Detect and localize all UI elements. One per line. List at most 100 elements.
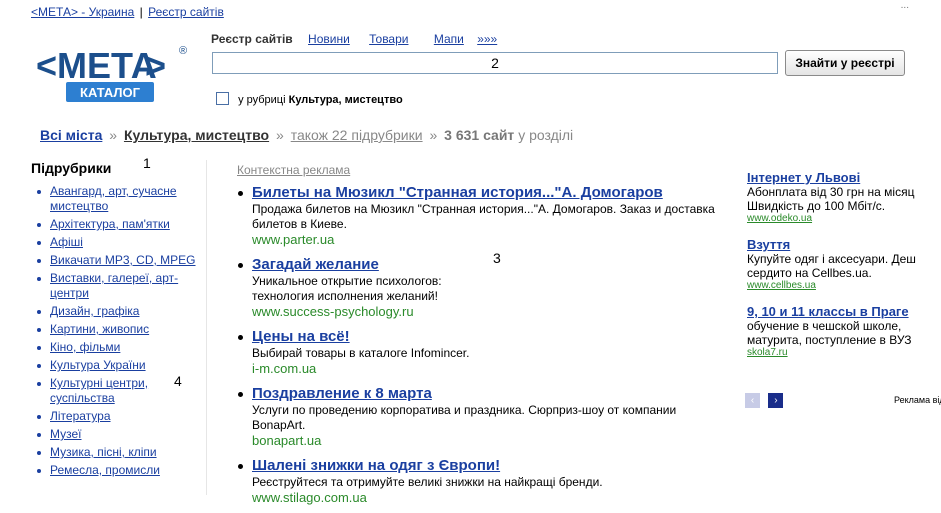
nav-goods-link[interactable]: Товари xyxy=(369,32,408,46)
ads-by-credit[interactable]: Реклама від xyxy=(894,395,941,405)
breadcrumb-sep: » xyxy=(276,127,284,143)
ad-pager: ‹ › xyxy=(745,393,787,411)
subrubric-item[interactable]: Музика, пісні, кліпи xyxy=(32,445,197,460)
right-ad-item: Взуття Купуйте одяг і аксесуари. Деш сер… xyxy=(747,237,941,292)
subrubric-item[interactable]: Афіші xyxy=(32,235,197,250)
right-ads: Інтернет у Львові Абонплата від 30 грн н… xyxy=(747,170,941,371)
breadcrumb-also-subrubrics[interactable]: також 22 підрубрики xyxy=(291,127,423,143)
subrubric-link[interactable]: Афіші xyxy=(50,235,83,249)
subrubric-link[interactable]: Картини, живопис xyxy=(50,322,149,336)
ad-item: Шалені знижки на одяг з Європи! Реєструй… xyxy=(237,456,717,506)
ad-desc: Выбирай товары в каталоге Infomincer. xyxy=(252,346,470,360)
logo-sub-text: КАТАЛОГ xyxy=(80,85,141,100)
subrubric-link[interactable]: Виставки, галереї, арт-центри xyxy=(50,271,178,300)
subrubric-item[interactable]: Кіно, фільми xyxy=(32,340,197,355)
site-count-suffix: у розділі xyxy=(518,127,574,143)
ad-url[interactable]: www.parter.ua xyxy=(252,232,717,248)
subrubric-item[interactable]: Картини, живопис xyxy=(32,322,197,337)
nav-maps-link[interactable]: Мапи xyxy=(434,32,464,46)
right-ad-url[interactable]: skola7.ru xyxy=(747,347,941,359)
subrubric-link[interactable]: Авангард, арт, сучасне мистецтво xyxy=(50,184,177,213)
right-ad-url[interactable]: www.odeko.ua xyxy=(747,213,941,225)
subrubric-item[interactable]: Викачати MP3, CD, MPEG xyxy=(32,253,197,268)
breadcrumb-sep: » xyxy=(429,127,438,143)
ad-item: Загадай желание Уникальное открытие псих… xyxy=(237,255,717,320)
ad-desc: Уникальное открытие психологов: технолог… xyxy=(252,274,442,303)
subrubric-link[interactable]: Викачати MP3, CD, MPEG xyxy=(50,253,196,267)
right-ad-url[interactable]: www.cellbes.ua xyxy=(747,280,941,292)
right-ad-title[interactable]: 9, 10 и 11 классы в Праге xyxy=(747,304,941,319)
search-registry-button[interactable]: Знайти у реєстрі xyxy=(785,50,905,76)
ad-title[interactable]: Загадай желание xyxy=(252,255,717,274)
column-divider xyxy=(206,160,207,495)
nav-more-link[interactable]: »»» xyxy=(477,32,497,46)
meta-catalog-logo[interactable]: <МЕТА > ® КАТАЛОГ xyxy=(36,42,194,108)
subrubric-item[interactable]: Авангард, арт, сучасне мистецтво xyxy=(32,184,197,214)
logo-registered: ® xyxy=(179,45,187,57)
breadcrumb: Всі міста » Культура, мистецтво » також … xyxy=(40,127,573,143)
rubric-checkbox[interactable] xyxy=(216,92,229,105)
ad-title[interactable]: Шалені знижки на одяг з Європи! xyxy=(252,456,717,475)
subrubric-link[interactable]: Архітектура, пам'ятки xyxy=(50,217,170,231)
prev-arrow-icon[interactable]: ‹ xyxy=(745,393,760,408)
right-ad-desc-line: Швидкість до 100 Мбіт/с. xyxy=(747,199,886,213)
subrubrics-title: Підрубрики xyxy=(31,160,112,176)
ad-url[interactable]: www.stilago.com.ua xyxy=(252,490,717,506)
subrubric-link[interactable]: Кіно, фільми xyxy=(50,340,120,354)
subrubric-item[interactable]: Культурні центри, суспільства xyxy=(32,376,197,406)
subrubric-item[interactable]: Ремесла, промисли xyxy=(32,463,197,478)
logo-main-text: <МЕТА xyxy=(36,45,157,86)
context-ads-list: Билеты на Мюзикл "Странная история..."А.… xyxy=(237,183,717,513)
context-ads-title[interactable]: Контекстна реклама xyxy=(237,163,350,177)
subrubric-item[interactable]: Виставки, галереї, арт-центри xyxy=(32,271,197,301)
subrubric-link[interactable]: Дизайн, графіка xyxy=(50,304,139,318)
subrubric-link[interactable]: Музеї xyxy=(50,427,82,441)
ad-desc: Продажа билетов на Мюзикл "Странная исто… xyxy=(252,202,715,231)
next-arrow-icon[interactable]: › xyxy=(768,393,784,408)
ad-title[interactable]: Билеты на Мюзикл "Странная история..."А.… xyxy=(252,183,717,202)
subrubric-link[interactable]: Ремесла, промисли xyxy=(50,463,160,477)
subrubric-link[interactable]: Культурні центри, суспільства xyxy=(50,376,148,405)
marker-1: 1 xyxy=(143,155,151,171)
breadcrumb-all-cities[interactable]: Всі міста xyxy=(40,127,102,143)
breadcrumb-rubric[interactable]: Культура, мистецтво xyxy=(124,127,269,143)
ad-item: Цены на всё! Выбирай товары в каталоге I… xyxy=(237,327,717,377)
registry-search-input[interactable]: 2 xyxy=(212,52,778,74)
top-nav-separator: | xyxy=(139,5,143,19)
ad-url[interactable]: i-m.com.ua xyxy=(252,361,717,377)
ad-desc: Услуги по проведению корпоратива и празд… xyxy=(252,403,677,432)
registry-nav: Реєстр сайтів Новини Товари Мапи »»» xyxy=(211,32,513,46)
right-ad-desc-line: сердито на Cellbes.ua. xyxy=(747,266,872,280)
registry-link[interactable]: Реєстр сайтів xyxy=(148,5,224,19)
nav-news-link[interactable]: Новини xyxy=(308,32,350,46)
ad-title[interactable]: Поздравление к 8 марта xyxy=(252,384,717,403)
right-ad-title[interactable]: Взуття xyxy=(747,237,941,252)
ad-item: Билеты на Мюзикл "Странная история..."А.… xyxy=(237,183,717,248)
right-ad-desc-line: матурита, поступление в ВУЗ xyxy=(747,333,912,347)
subrubric-item[interactable]: Музеї xyxy=(32,427,197,442)
ad-desc: Реєструйтеся та отримуйте великі знижки … xyxy=(252,475,603,489)
rubric-filter: у рубриці Культура, мистецтво xyxy=(216,92,403,106)
subrubric-item[interactable]: Архітектура, пам'ятки xyxy=(32,217,197,232)
subrubric-item[interactable]: Дизайн, графіка xyxy=(32,304,197,319)
logo-chevron-right-icon: > xyxy=(145,45,166,86)
rubric-checkbox-prefix: у рубриці xyxy=(238,94,286,106)
more-icon[interactable]: ... xyxy=(901,0,909,11)
ad-title[interactable]: Цены на всё! xyxy=(252,327,717,346)
ad-item: Поздравление к 8 марта Услуги по проведе… xyxy=(237,384,717,449)
subrubric-item[interactable]: Культура України xyxy=(32,358,197,373)
subrubric-link[interactable]: Культура України xyxy=(50,358,146,372)
site-count: 3 631 сайт xyxy=(444,127,515,143)
subrubric-item[interactable]: Література xyxy=(32,409,197,424)
ad-url[interactable]: www.success-psychology.ru xyxy=(252,304,717,320)
right-ad-title[interactable]: Інтернет у Львові xyxy=(747,170,941,185)
right-ad-desc-line: Купуйте одяг і аксесуари. Деш xyxy=(747,252,916,266)
meta-ukraine-link[interactable]: <МЕТА> - Украина xyxy=(31,5,134,19)
subrubric-link[interactable]: Література xyxy=(50,409,111,423)
subrubric-link[interactable]: Музика, пісні, кліпи xyxy=(50,445,157,459)
subrubrics-list: Авангард, арт, сучасне мистецтво Архітек… xyxy=(32,184,197,481)
rubric-checkbox-name: Культура, мистецтво xyxy=(288,94,403,106)
breadcrumb-sep: » xyxy=(109,127,118,143)
right-ad-item: 9, 10 и 11 классы в Праге обучение в чеш… xyxy=(747,304,941,359)
ad-url[interactable]: bonapart.ua xyxy=(252,433,717,449)
